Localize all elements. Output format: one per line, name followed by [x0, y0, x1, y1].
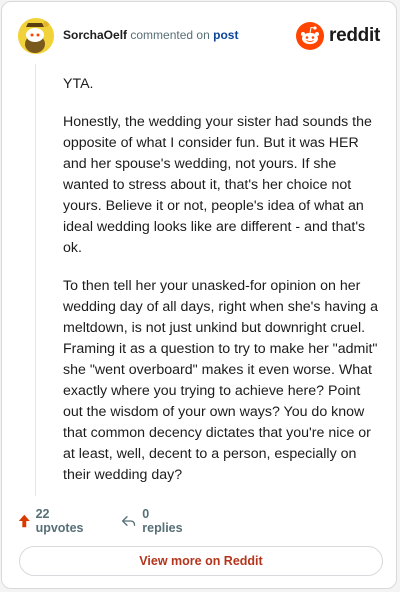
- view-more-on-reddit-button[interactable]: View more on Reddit: [19, 546, 383, 576]
- reddit-wordmark: reddit: [329, 25, 380, 46]
- upvote-count: 22 upvotes: [35, 507, 84, 535]
- user-avatar[interactable]: [18, 18, 54, 54]
- username-link[interactable]: SorchaOelf: [63, 28, 127, 42]
- comment-body: YTA. Honestly, the wedding your sister h…: [63, 74, 383, 503]
- comment-card: SorchaOelf commented on post reddit YTA.…: [1, 1, 397, 589]
- upvote-button[interactable]: 22 upvotes: [18, 507, 87, 535]
- byline: SorchaOelf commented on post: [63, 28, 238, 42]
- snoo-avatar-icon: [18, 18, 54, 54]
- thread-line: [35, 64, 36, 496]
- reply-count: 0 replies: [142, 507, 183, 535]
- reply-button[interactable]: 0 replies: [121, 507, 185, 535]
- comment-paragraph: To then tell her your unasked-for opinio…: [63, 278, 379, 483]
- comment-paragraph: YTA.: [63, 76, 94, 92]
- commented-on-text: commented on: [130, 28, 210, 42]
- reply-arrow-icon: [122, 516, 136, 526]
- reddit-snoo-icon: [296, 22, 325, 50]
- reddit-logo[interactable]: reddit: [296, 22, 380, 50]
- post-link[interactable]: post: [213, 28, 238, 42]
- comment-paragraph: Honestly, the wedding your sister had so…: [63, 114, 372, 256]
- upvote-arrow-icon: [18, 514, 30, 528]
- comment-header: SorchaOelf commented on post reddit: [18, 18, 380, 54]
